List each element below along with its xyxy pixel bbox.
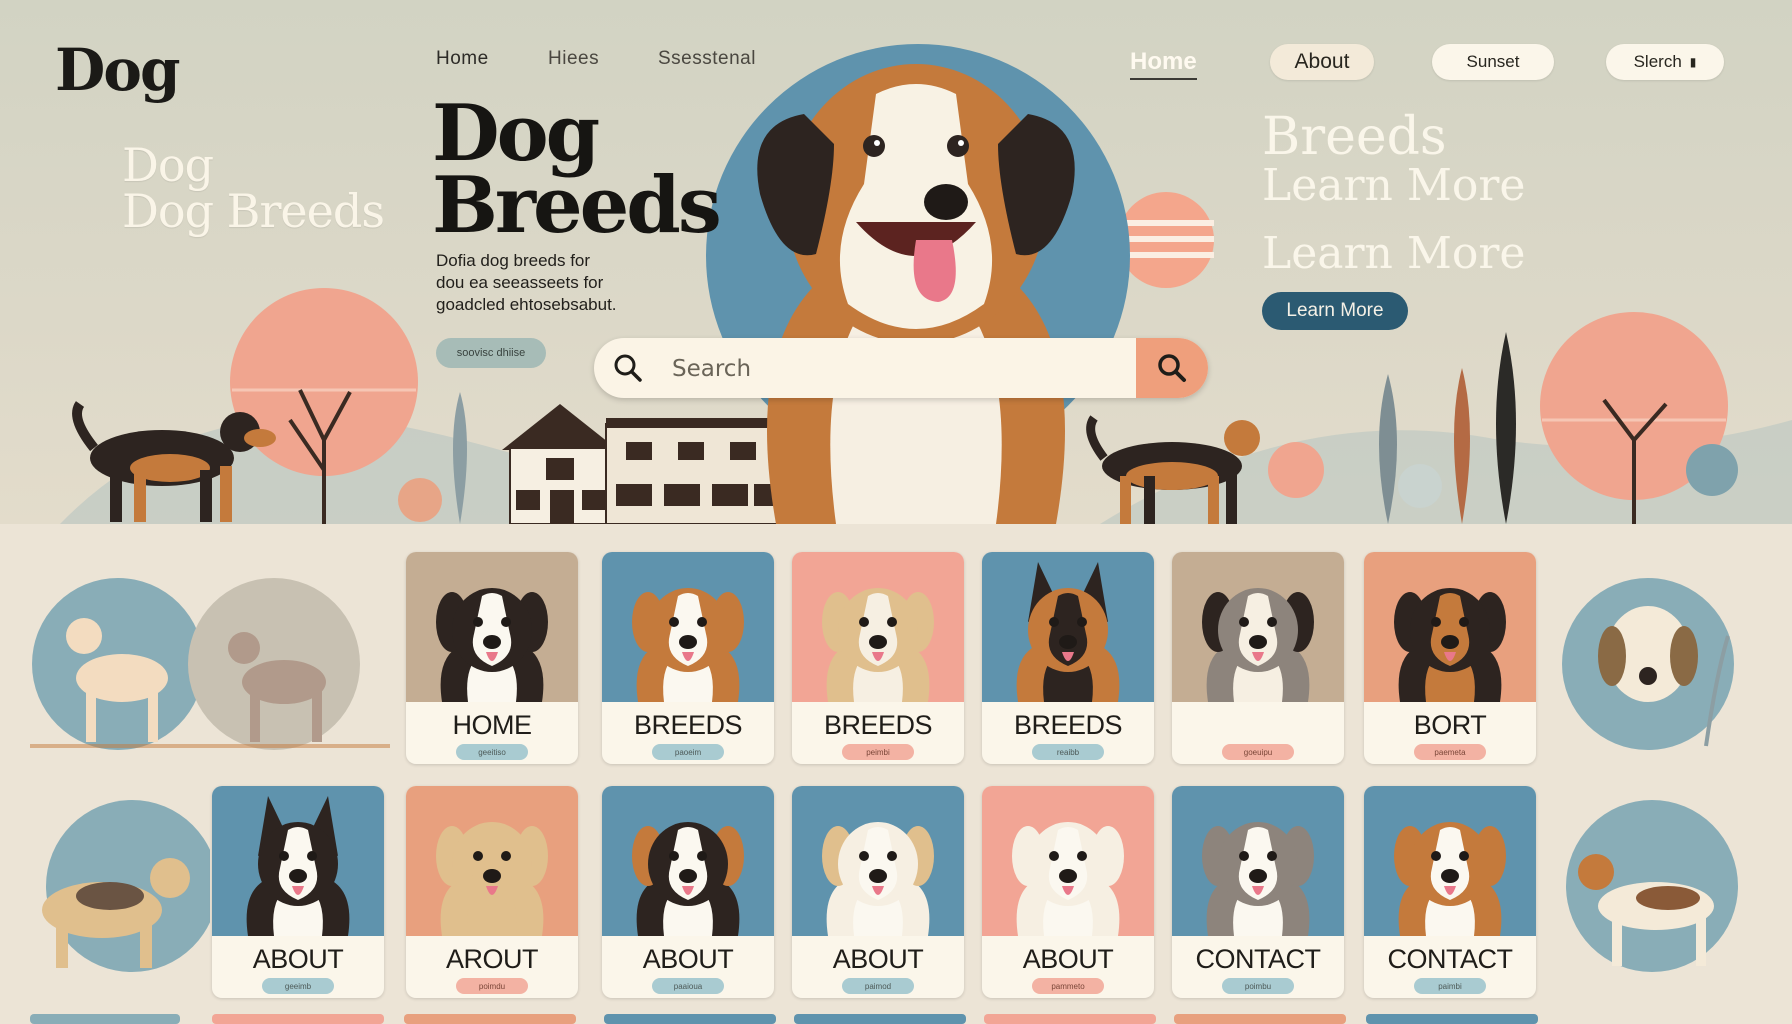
breed-card[interactable]: HOME geeitiso [406,552,578,764]
search-submit-button[interactable] [1136,338,1208,398]
breed-card[interactable]: goeuipu [1172,552,1344,764]
right-heading-breeds: Breeds [1262,107,1447,167]
breed-card-pill-button[interactable]: pammeto [1032,978,1104,994]
hero-pill-button[interactable]: soovisc dhiise [436,338,546,368]
hero-dog-illustration [757,64,1075,524]
side-decoration-left-top [30,578,390,750]
breed-card-label: BREEDS [633,710,743,740]
breed-card-label: CONTACT [1195,944,1322,974]
breed-card-label: BREEDS [1013,710,1123,740]
search-bar [594,338,1208,398]
breed-card[interactable]: CONTACT paimbi [1364,786,1536,998]
hero-subtitle: Dog Dog Breeds [122,138,385,238]
hero-description: Dofia dog breeds for dou ea seeasseets f… [436,250,666,316]
side-decoration-right-top [1562,578,1734,750]
breed-card[interactable]: BREEDS paoeim [602,552,774,764]
hero-subtitle-line2: Dog Breeds [122,184,385,238]
search-input[interactable] [670,348,1074,390]
search-submit-icon [1158,354,1186,382]
breed-card[interactable]: BREEDS reaibb [982,552,1154,764]
dog-portrait-beagle [1364,786,1536,936]
page: Dog Home Hiees Ssesstenal Dog Dog Breeds… [0,0,1792,1024]
right-heading-learn-more: Learn More [1262,160,1526,211]
breed-card[interactable]: ABOUT paimod [792,786,964,998]
bottom-card-strip [30,1014,1538,1024]
dog-portrait-husky [212,786,384,936]
nav-search-label: Slerch [1633,52,1682,71]
breed-card[interactable]: ABOUT pammeto [982,786,1154,998]
breed-card-label: CONTACT [1387,944,1514,974]
breed-card-label: ABOUT [642,944,734,974]
dog-portrait-rottweiler [1364,552,1536,702]
nav-about-button[interactable]: About [1270,44,1374,80]
nav-sunset-button[interactable]: Sunset [1432,44,1554,80]
breed-card-pill-button[interactable]: paaioua [652,978,724,994]
side-decoration-right-bottom [1566,800,1738,972]
dog-portrait-sheltie [602,552,774,702]
breed-card-label: BREEDS [823,710,933,740]
hero-title: Dog Breeds [432,95,722,251]
hero-subtitle-line1: Dog [122,138,214,192]
breed-card-pill-button[interactable]: paimbi [1414,978,1486,994]
dog-portrait-german-shepherd [982,552,1154,702]
breed-card[interactable]: BORT paemeta [1364,552,1536,764]
hero-description-line2: dou ea seeasseets for [436,273,604,292]
breed-card-pill-button[interactable]: paemeta [1414,744,1486,760]
dog-portrait-labrador [982,786,1154,936]
dog-portrait-boxer [1172,552,1344,702]
breed-card-pill-button[interactable]: goeuipu [1222,744,1294,760]
breed-card-pill-button[interactable]: peimbi [842,744,914,760]
hero-section: Dog Home Hiees Ssesstenal Dog Dog Breeds… [0,0,1792,524]
breed-card-pill-button[interactable]: reaibb [1032,744,1104,760]
hero-description-line1: Dofia dog breeds for [436,251,591,270]
breed-card-label: ABOUT [832,944,924,974]
dog-portrait-border-collie [406,552,578,702]
learn-more-button[interactable]: Learn More [1262,292,1408,330]
dog-portrait-golden [406,786,578,936]
top-nav-right: Home About Sunset Slerch ▮ [0,42,1792,82]
breed-card-pill-button[interactable]: paimod [842,978,914,994]
breed-card[interactable]: ABOUT paaioua [602,786,774,998]
side-decoration-left-bottom [42,800,210,972]
breed-card[interactable]: AROUT poimdu [406,786,578,998]
breed-card-pill-button[interactable]: poimbu [1222,978,1294,994]
breed-card-label: ABOUT [1022,944,1114,974]
nav-home-tab[interactable]: Home [1130,48,1197,80]
breed-card-pill-button[interactable]: paoeim [652,744,724,760]
dog-portrait-white-mix [792,786,964,936]
dog-portrait-pitbull [1172,786,1344,936]
breed-card[interactable]: BREEDS peimbi [792,552,964,764]
breed-card-label: BORT [1413,710,1487,740]
breed-card-pill-button[interactable]: geeimb [262,978,334,994]
breed-card-pill-button[interactable]: geeitiso [456,744,528,760]
breed-card-label: HOME [452,710,533,740]
breed-card-label: AROUT [446,944,539,974]
hero-description-line3: goadcled ehtosebsabut. [436,295,617,314]
dog-portrait-bernese [602,786,774,936]
search-icon [614,354,642,382]
breed-card[interactable]: CONTACT poimbu [1172,786,1344,998]
breed-card-label: ABOUT [252,944,344,974]
nav-search-button[interactable]: Slerch ▮ [1606,44,1724,80]
right-subheading-learn-more: Learn More [1262,228,1526,279]
dog-portrait-mixed-tan [792,552,964,702]
small-search-icon: ▮ [1689,55,1697,69]
breed-card[interactable]: ABOUT geeimb [212,786,384,998]
breed-card-pill-button[interactable]: poimdu [456,978,528,994]
hero-title-line2: Breeds [432,160,722,251]
